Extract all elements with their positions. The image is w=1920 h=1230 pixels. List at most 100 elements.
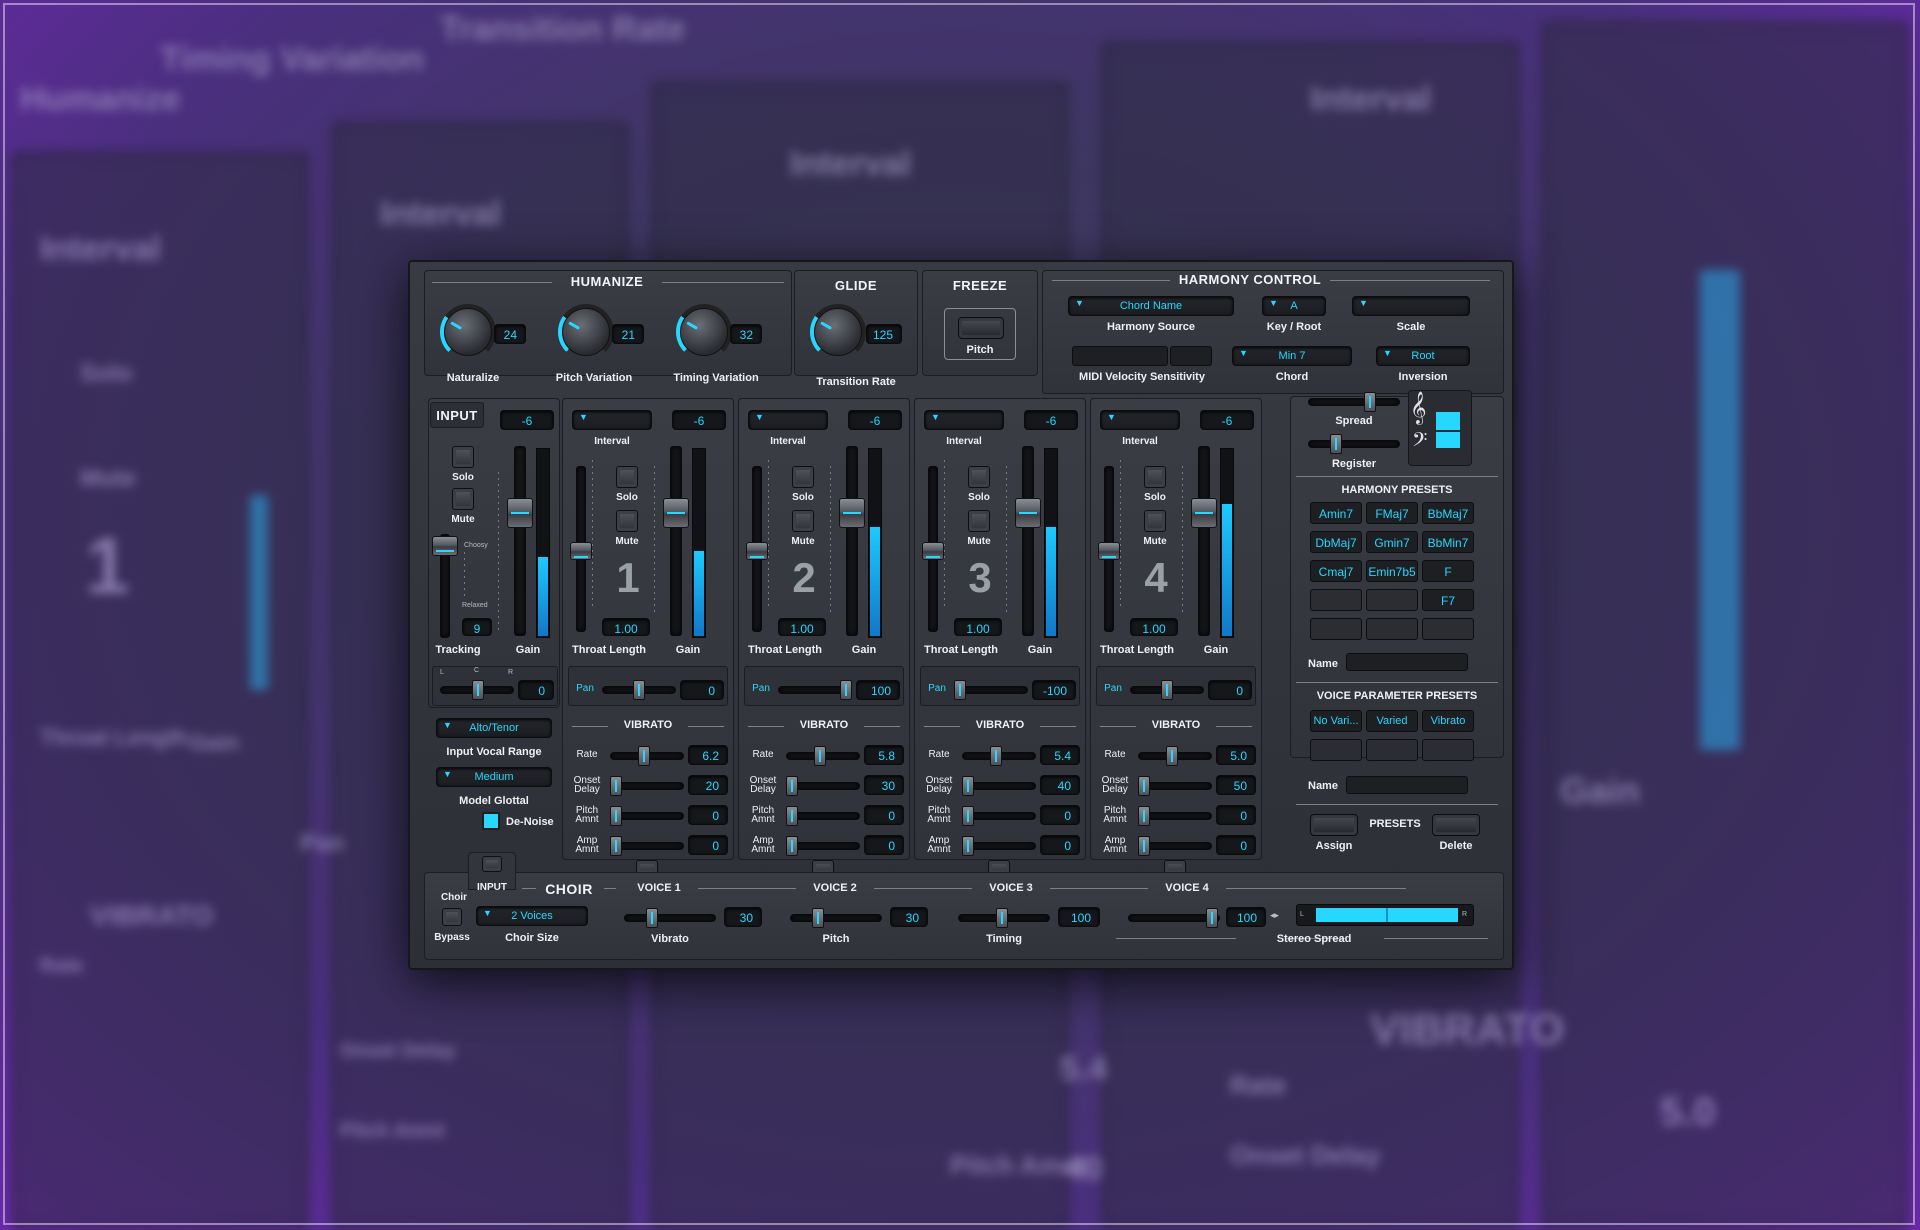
voice-2-onset-slider-handle[interactable] — [786, 776, 798, 796]
transition-rate-value[interactable]: 125 — [866, 324, 902, 344]
choir-vibrato-value[interactable]: 30 — [724, 907, 762, 927]
choir-pitch-slider-handle[interactable] — [812, 908, 824, 928]
voice-4-throat-slider-handle[interactable] — [1098, 542, 1120, 560]
voice-4-onset-slider-handle[interactable] — [1138, 776, 1150, 796]
voice-3-rate-value[interactable]: 5.4 — [1040, 745, 1080, 765]
voice-1-pitch-value[interactable]: 0 — [688, 805, 728, 825]
freeze-pitch-button[interactable] — [958, 317, 1004, 339]
stereo-spread-value[interactable]: 100 — [1226, 907, 1266, 927]
choir-pitch-slider-track[interactable] — [790, 914, 882, 922]
voice-2-pitch-value[interactable]: 0 — [864, 805, 904, 825]
voice-3-onset-slider-handle[interactable] — [962, 776, 974, 796]
naturalize-value[interactable]: 24 — [494, 324, 526, 344]
voice-4-pitch-slider-handle[interactable] — [1138, 806, 1150, 826]
voice-3-solo-button[interactable] — [968, 466, 990, 488]
harmony-preset-7[interactable]: Cmaj7 — [1310, 560, 1362, 582]
input-pan-value[interactable]: 0 — [518, 680, 554, 700]
input-gain-fader-handle[interactable] — [507, 498, 533, 528]
voice-2-throat-value[interactable]: 1.00 — [778, 618, 826, 636]
voice-2-throat-slider-handle[interactable] — [746, 542, 768, 560]
naturalize-knob[interactable] — [440, 304, 496, 360]
harmony-preset-12[interactable]: F7 — [1422, 589, 1474, 611]
voice-3-throat-slider-handle[interactable] — [922, 542, 944, 560]
voice-preset-6[interactable] — [1422, 739, 1474, 761]
voice-4-mute-button[interactable] — [1144, 510, 1166, 532]
voice-2-rate-slider-handle[interactable] — [813, 746, 826, 766]
voice-2-interval-dropdown[interactable]: ▼ — [748, 410, 828, 430]
voice-3-throat-value[interactable]: 1.00 — [954, 618, 1002, 636]
voice-2-pan-value[interactable]: 100 — [856, 680, 900, 700]
harmony-preset-2[interactable]: FMaj7 — [1366, 502, 1418, 524]
choir-tab-voice-1[interactable]: VOICE 1 — [624, 882, 694, 894]
voice-2-amp-slider-handle[interactable] — [786, 836, 798, 856]
voice-4-gain-value[interactable]: -6 — [1200, 410, 1254, 430]
voice-1-rate-slider-handle[interactable] — [637, 746, 650, 766]
voice-4-gain-fader-handle[interactable] — [1191, 498, 1217, 528]
voice-1-onset-value[interactable]: 20 — [688, 775, 728, 795]
model-glottal-dropdown[interactable]: ▼ Medium — [436, 767, 552, 787]
scale-dropdown[interactable]: ▼ — [1352, 296, 1470, 316]
voice-3-pitch-value[interactable]: 0 — [1040, 805, 1080, 825]
voice-3-rate-slider-handle[interactable] — [989, 746, 1002, 766]
voice-2-rate-value[interactable]: 5.8 — [864, 745, 904, 765]
voice-1-onset-slider-handle[interactable] — [610, 776, 622, 796]
harmony-preset-1[interactable]: Amin7 — [1310, 502, 1362, 524]
voice-2-amp-value[interactable]: 0 — [864, 835, 904, 855]
spread-slider-handle[interactable] — [1364, 392, 1376, 412]
midi-velocity-value[interactable] — [1170, 346, 1212, 366]
voice-3-mute-button[interactable] — [968, 510, 990, 532]
voice-3-gain-value[interactable]: -6 — [1024, 410, 1078, 430]
voice-3-amp-value[interactable]: 0 — [1040, 835, 1080, 855]
voice-4-throat-value[interactable]: 1.00 — [1130, 618, 1178, 636]
harmony-preset-15[interactable] — [1422, 618, 1474, 640]
voice-preset-4[interactable] — [1310, 739, 1362, 761]
voice-4-amp-value[interactable]: 0 — [1216, 835, 1256, 855]
harmony-preset-11[interactable] — [1366, 589, 1418, 611]
voice-1-amp-slider-handle[interactable] — [610, 836, 622, 856]
delete-preset-button[interactable] — [1432, 814, 1480, 836]
key-root-dropdown[interactable]: ▼ A — [1262, 296, 1326, 316]
harmony-preset-8[interactable]: Emin7b5 — [1366, 560, 1418, 582]
spread-slider-track[interactable] — [1308, 398, 1400, 406]
voice-preset-1[interactable]: No Vari... — [1310, 710, 1362, 732]
voice-preset-name-field[interactable] — [1346, 776, 1468, 794]
chord-dropdown[interactable]: ▼ Min 7 — [1232, 346, 1352, 366]
voice-1-rate-value[interactable]: 6.2 — [688, 745, 728, 765]
input-gain-fader-track[interactable] — [514, 446, 526, 636]
voice-2-pitch-slider-handle[interactable] — [786, 806, 798, 826]
pitch-variation-value[interactable]: 21 — [612, 324, 644, 344]
voice-1-amp-value[interactable]: 0 — [688, 835, 728, 855]
voice-3-amp-slider-handle[interactable] — [962, 836, 974, 856]
voice-1-pan-slider-handle[interactable] — [633, 680, 645, 700]
voice-preset-3[interactable]: Vibrato — [1422, 710, 1474, 732]
choir-input-button[interactable] — [482, 856, 502, 872]
input-mute-button[interactable] — [452, 488, 474, 510]
voice-4-pan-slider-handle[interactable] — [1161, 680, 1173, 700]
voice-4-gain-fader-track[interactable] — [1198, 446, 1210, 636]
pitch-variation-knob[interactable] — [558, 304, 614, 360]
harmony-preset-name-field[interactable] — [1346, 653, 1468, 671]
input-solo-button[interactable] — [452, 446, 474, 468]
voice-1-gain-fader-handle[interactable] — [663, 498, 689, 528]
input-gain-value[interactable]: -6 — [500, 410, 554, 430]
voice-4-rate-slider-handle[interactable] — [1165, 746, 1178, 766]
choir-timing-value[interactable]: 100 — [1058, 907, 1100, 927]
voice-2-gain-fader-handle[interactable] — [839, 498, 865, 528]
inversion-dropdown[interactable]: ▼ Root — [1376, 346, 1470, 366]
register-slider-handle[interactable] — [1330, 434, 1342, 454]
choir-tab-voice-3[interactable]: VOICE 3 — [976, 882, 1046, 894]
voice-4-amp-slider-handle[interactable] — [1138, 836, 1150, 856]
harmony-preset-14[interactable] — [1366, 618, 1418, 640]
voice-1-mute-button[interactable] — [616, 510, 638, 532]
voice-3-interval-dropdown[interactable]: ▼ — [924, 410, 1004, 430]
voice-3-onset-value[interactable]: 40 — [1040, 775, 1080, 795]
transition-rate-knob[interactable] — [810, 304, 866, 360]
voice-1-pan-value[interactable]: 0 — [680, 680, 724, 700]
midi-velocity-field[interactable] — [1072, 346, 1168, 366]
harmony-preset-10[interactable] — [1310, 589, 1362, 611]
harmony-preset-4[interactable]: DbMaj7 — [1310, 531, 1362, 553]
choir-vibrato-slider-track[interactable] — [624, 914, 716, 922]
choir-vibrato-slider-handle[interactable] — [646, 908, 658, 928]
voice-4-solo-button[interactable] — [1144, 466, 1166, 488]
voice-1-pitch-slider-handle[interactable] — [610, 806, 622, 826]
